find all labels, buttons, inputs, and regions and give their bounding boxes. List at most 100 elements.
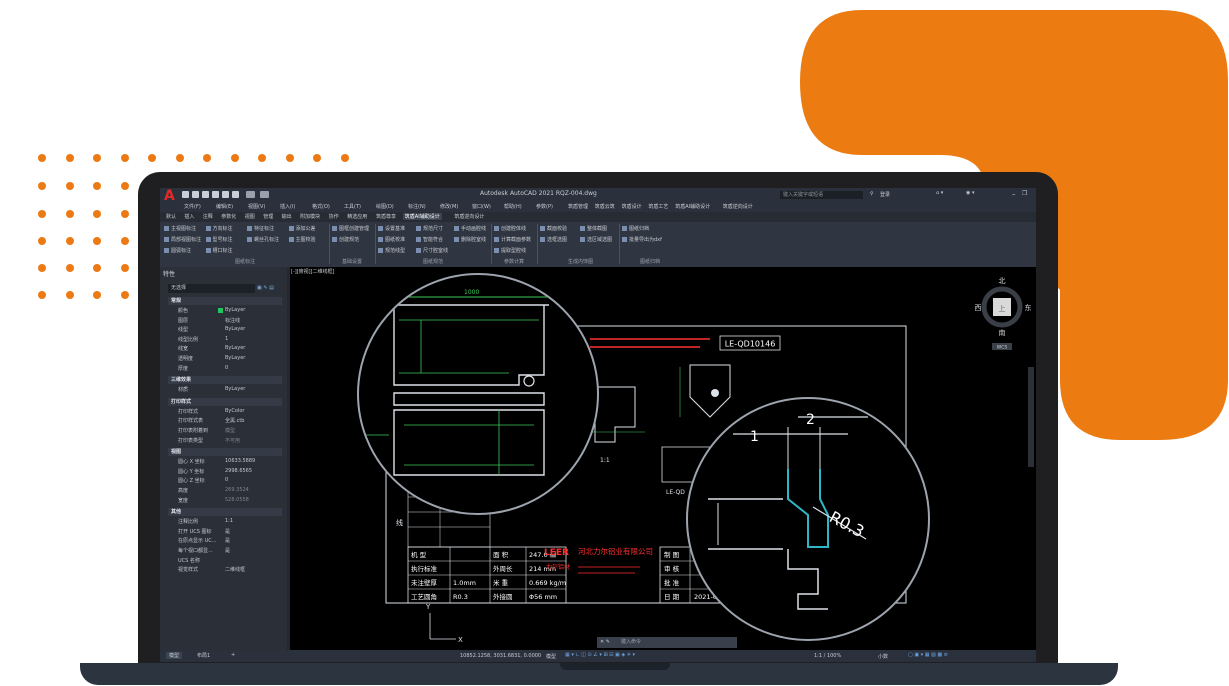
ribbon-button[interactable]: 截面校验 (540, 225, 567, 232)
property-section-header[interactable]: 常规 (168, 297, 282, 305)
menu-item[interactable]: 筑盾设计 (622, 203, 642, 210)
cart-icon[interactable]: ⌂ ▾ (936, 190, 943, 196)
menu-item[interactable]: 绘图(D) (376, 203, 394, 210)
ribbon-tab[interactable]: 插入 (182, 213, 196, 220)
ribbon-tab[interactable]: 默认 (164, 213, 178, 220)
menu-item[interactable]: 视图(V) (248, 203, 265, 210)
menu-item[interactable]: 帮助(H) (504, 203, 522, 210)
ribbon-tab[interactable]: 筑盾尊享 (374, 213, 398, 220)
new-icon[interactable] (182, 191, 189, 198)
ribbon-tab[interactable]: 参数化 (219, 213, 238, 220)
ribbon-button[interactable]: 选框选图 (540, 236, 567, 243)
help-icon[interactable]: ◉ ▾ (966, 190, 974, 196)
property-value[interactable]: 0 (225, 365, 228, 371)
menu-item[interactable]: 参数(P) (536, 203, 553, 210)
property-value[interactable]: 0 (225, 477, 228, 483)
ribbon-button[interactable]: 尺寸腔室线 (416, 247, 448, 254)
ribbon-tab[interactable]: 管理 (261, 213, 275, 220)
ribbon-button[interactable]: 主图校验 (289, 236, 316, 243)
menu-item[interactable]: 窗口(W) (472, 203, 491, 210)
property-value[interactable]: 是 (225, 528, 230, 535)
login-button[interactable]: 登录 (880, 191, 890, 198)
selection-dropdown[interactable]: 无选择 (168, 284, 255, 293)
menu-item[interactable]: 编辑(E) (216, 203, 233, 210)
ribbon-button[interactable]: 整体截图 (580, 225, 607, 232)
menu-item[interactable]: 筑盾管理 (568, 203, 588, 210)
menu-item[interactable]: 筑盾工艺 (648, 203, 668, 210)
ribbon-tab[interactable]: 视图 (243, 213, 257, 220)
property-value[interactable]: 10633.5889 (225, 458, 255, 464)
quick-select-icon[interactable]: ▣ ✎ ▤ (257, 285, 274, 291)
property-value[interactable]: 是 (225, 537, 230, 544)
property-section-header[interactable]: 打印样式 (168, 397, 282, 406)
open-icon[interactable] (192, 191, 199, 198)
ribbon-button[interactable]: 提取型腔线 (494, 247, 526, 254)
ribbon-button[interactable]: 批量导出为dxf (622, 236, 662, 243)
property-value[interactable]: 不可用 (225, 437, 240, 444)
ribbon-tab[interactable]: 筑盾逆向设计 (452, 213, 486, 220)
ribbon-button[interactable]: 创建腔体线 (494, 225, 526, 232)
model-space-toggle[interactable]: 模型 (546, 653, 556, 660)
menu-item[interactable]: 筑盾AI辅助设计 (675, 203, 710, 210)
plot-icon[interactable] (232, 191, 239, 198)
print-icon[interactable] (222, 191, 229, 198)
ribbon-button[interactable]: 图纸归档 (622, 225, 649, 232)
property-value[interactable]: 标注线 (225, 317, 240, 324)
layout-tab[interactable]: + (228, 652, 238, 658)
ribbon-tab[interactable]: 附加模块 (298, 213, 322, 220)
ribbon-button[interactable]: 槽口标注 (206, 247, 233, 254)
redo-icon[interactable] (260, 191, 269, 198)
menu-item[interactable]: 标注(N) (408, 203, 426, 210)
property-value[interactable]: 269.3524 (225, 487, 249, 493)
ribbon-tab[interactable]: 筑盾AI辅助设计 (402, 213, 442, 220)
property-value[interactable]: ByColor (225, 408, 244, 414)
property-value[interactable]: 是 (225, 547, 230, 554)
search-input[interactable]: 键入关键字或短语 (780, 191, 863, 199)
ribbon-button[interactable]: 主视图标注 (164, 225, 196, 232)
viewport-label[interactable]: [-][俯视][二维线框] (291, 268, 335, 275)
ribbon-button[interactable]: 添加公差 (289, 225, 316, 232)
ribbon-button[interactable]: 局部视图标注 (164, 236, 201, 243)
undo-icon[interactable] (246, 191, 255, 198)
status-toggle-icons[interactable]: ▦ ▾ ∟ ◫ ⊙ ∠ ▾ ⊞ ⊟ ▣ ◈ ✳ ▾ (565, 652, 635, 658)
ribbon-tab[interactable]: 输出 (280, 213, 294, 220)
menu-item[interactable]: 格式(O) (312, 203, 330, 210)
ribbon-button[interactable]: 手动画腔线 (454, 225, 486, 232)
property-value[interactable]: ByLayer (225, 326, 245, 332)
units-decimal[interactable]: 小数 (878, 653, 888, 660)
menu-item[interactable]: 筑盾云筑 (595, 203, 615, 210)
menu-item[interactable]: 文件(F) (184, 203, 201, 210)
ribbon-button[interactable]: 螺丝孔标注 (247, 236, 279, 243)
ribbon-tab[interactable]: 精选应用 (345, 213, 369, 220)
property-section-header[interactable]: 视图 (168, 448, 282, 457)
ribbon-button[interactable]: 规范尺寸 (416, 225, 443, 232)
menu-item[interactable]: 插入(I) (280, 203, 295, 210)
ribbon-button[interactable]: 图纸校准 (378, 236, 405, 243)
annotation-scale[interactable]: 1:1 / 100% (814, 653, 841, 659)
search-icon[interactable]: ⚲ (870, 191, 874, 197)
property-value[interactable]: ByLayer (225, 386, 245, 392)
property-value[interactable]: 模型 (225, 427, 235, 434)
menu-item[interactable]: 修改(M) (440, 203, 458, 210)
property-value[interactable]: ByLayer (225, 307, 245, 313)
ribbon-button[interactable]: 选区域选图 (580, 236, 612, 243)
command-close-icon[interactable]: ✕ ✎ (600, 639, 610, 645)
property-value[interactable]: 528.0558 (225, 497, 249, 503)
restore-icon[interactable]: ❐ (1022, 190, 1027, 197)
ribbon-tab[interactable]: 协作 (327, 213, 341, 220)
ribbon-tab[interactable]: 注释 (201, 213, 215, 220)
save-icon[interactable] (202, 191, 209, 198)
saveas-icon[interactable] (212, 191, 219, 198)
property-value[interactable]: 1:1 (225, 518, 233, 524)
menu-item[interactable]: 筑盾逆向设计 (723, 203, 753, 210)
ribbon-button[interactable]: 型号标注 (206, 236, 233, 243)
ribbon-button[interactable]: 删除腔室线 (454, 236, 486, 243)
property-value[interactable]: 2998.6565 (225, 468, 252, 474)
layout-tab[interactable]: 模型 (166, 652, 183, 659)
status-right-icons[interactable]: ▢ ▣ ▾ ▦ ▨ ▩ ≡ (908, 652, 948, 658)
ribbon-button[interactable]: 方向标注 (206, 225, 233, 232)
property-value[interactable]: 全黑.ctb (225, 417, 244, 424)
ribbon-button[interactable]: 规范线型 (378, 247, 405, 254)
ribbon-button[interactable]: 计算截面参数 (494, 236, 531, 243)
ribbon-button[interactable]: 图框创建管理 (332, 225, 369, 232)
